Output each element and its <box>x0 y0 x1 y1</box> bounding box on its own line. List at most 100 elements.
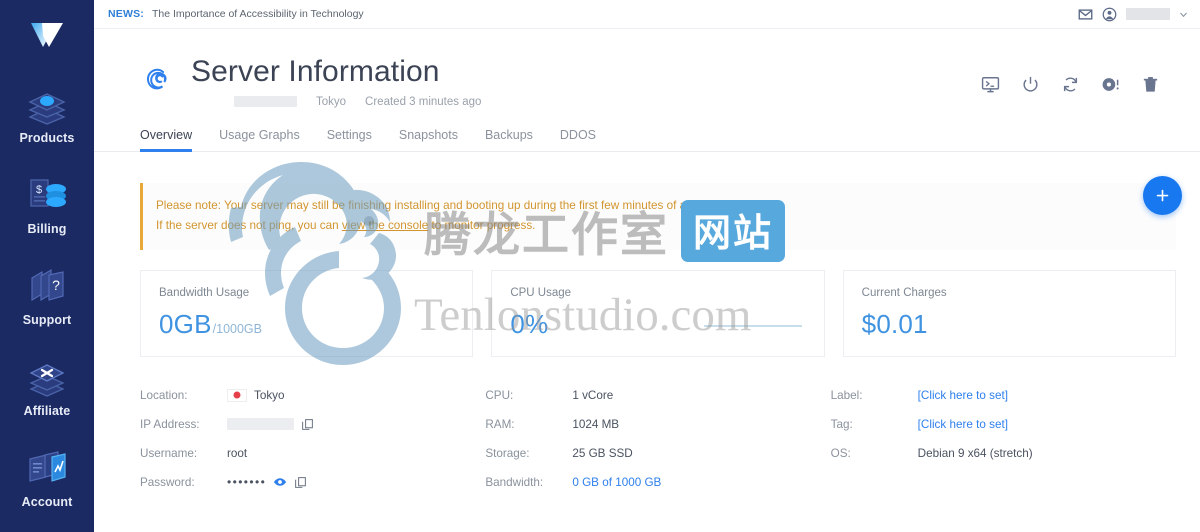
sidebar-item-label: Products <box>19 131 75 145</box>
server-created: Created 3 minutes ago <box>365 95 482 108</box>
japan-flag-icon <box>227 388 247 402</box>
server-actions <box>981 75 1160 94</box>
detail-key: Storage: <box>485 446 530 460</box>
card-value-suffix: /1000GB <box>212 321 262 336</box>
tab-backups[interactable]: Backups <box>485 128 533 151</box>
sidebar-item-billing[interactable]: $ Billing <box>0 163 94 244</box>
activation-notice: Please note: Your server may still be fi… <box>140 182 1176 250</box>
detail-key: Bandwidth: <box>485 475 544 489</box>
delete-icon[interactable] <box>1141 75 1160 94</box>
debian-swirl-logo <box>146 68 167 90</box>
detail-label: Label: [Click here to set] <box>831 381 1176 410</box>
title-block: Server Information Tokyo Created 3 minut… <box>191 55 981 108</box>
hostname-redacted <box>234 96 297 108</box>
eye-icon[interactable] <box>273 475 287 489</box>
detail-key: RAM: <box>485 417 515 431</box>
mail-icon[interactable] <box>1078 7 1093 22</box>
detail-os: OS: Debian 9 x64 (stretch) <box>831 439 1176 468</box>
power-icon[interactable] <box>1021 75 1040 94</box>
detail-key: Username: <box>140 446 198 460</box>
add-server-button[interactable] <box>1143 176 1182 215</box>
card-value-row: $0.01 <box>862 309 1175 340</box>
detail-username: Username: root <box>140 439 485 468</box>
card-label: Bandwidth Usage <box>159 286 250 299</box>
notice-line-1: Please note: Your server may still be fi… <box>156 198 733 212</box>
svg-text:$: $ <box>36 184 42 196</box>
chevron-down-icon[interactable] <box>1179 10 1188 19</box>
details-column-3: Label: [Click here to set] Tag: [Click h… <box>831 381 1176 497</box>
bandwidth-link[interactable]: 0 GB of 1000 GB <box>572 476 661 489</box>
card-label: Current Charges <box>861 286 947 299</box>
detail-key: IP Address: <box>140 417 200 431</box>
cpu-sparkline <box>703 325 802 327</box>
user-avatar-icon[interactable] <box>1102 7 1117 22</box>
tab-bar: Overview Usage Graphs Settings Snapshots… <box>94 108 1200 152</box>
details-column-1: Location: Tokyo IP Address: Username: ro… <box>140 381 485 497</box>
detail-location: Location: Tokyo <box>140 381 485 410</box>
page-title: Server Information <box>191 55 440 88</box>
console-icon[interactable] <box>981 75 1000 94</box>
sidebar-item-products[interactable]: Products <box>0 72 94 153</box>
detail-cpu: CPU: 1 vCore <box>485 381 830 410</box>
tab-ddos[interactable]: DDOS <box>560 128 596 151</box>
stat-cards: Bandwidth Usage 0GB /1000GB CPU Usage 0% <box>140 269 1176 357</box>
set-label-link[interactable]: [Click here to set] <box>918 389 1008 402</box>
sidebar-item-docs[interactable] <box>0 527 94 532</box>
detail-ram: RAM: 1024 MB <box>485 410 830 439</box>
location-text: Tokyo <box>254 388 285 402</box>
tab-settings[interactable]: Settings <box>327 128 372 151</box>
news-headline[interactable]: The Importance of Accessibility in Techn… <box>152 8 364 20</box>
detail-ip-address: IP Address: <box>140 410 485 439</box>
affiliate-layers-icon <box>29 364 65 397</box>
set-tag-link[interactable]: [Click here to set] <box>918 418 1008 431</box>
username-redacted <box>1126 8 1170 20</box>
sidebar-item-label: Billing <box>27 222 67 236</box>
sidebar-item-support[interactable]: ? Support <box>0 254 94 335</box>
vultr-logo[interactable] <box>0 0 94 72</box>
view-console-link[interactable]: view the console <box>342 219 428 232</box>
detail-key: CPU: <box>485 388 514 402</box>
news-tag: NEWS: <box>108 8 144 20</box>
notice-line-2: If the server does not ping, you can vie… <box>156 216 1162 236</box>
reinstall-icon[interactable] <box>1101 75 1120 94</box>
notice-text-after: to monitor progress. <box>428 218 536 232</box>
server-details: Location: Tokyo IP Address: Username: ro… <box>140 381 1176 497</box>
svg-text:?: ? <box>52 277 60 293</box>
tab-usage-graphs[interactable]: Usage Graphs <box>219 128 300 151</box>
card-cpu-usage: CPU Usage 0% <box>491 269 825 357</box>
detail-key: Password: <box>140 475 195 489</box>
sidebar-item-label: Support <box>22 313 72 327</box>
detail-value: ••••••• <box>227 475 307 489</box>
detail-value: root <box>227 446 248 460</box>
detail-password: Password: ••••••• <box>140 468 485 497</box>
restart-icon[interactable] <box>1061 75 1080 94</box>
server-location: Tokyo <box>316 95 347 108</box>
sidebar-item-account[interactable]: Account <box>0 436 94 517</box>
sidebar-item-label: Affiliate <box>23 404 71 418</box>
header-user-area <box>1078 7 1188 22</box>
detail-storage: Storage: 25 GB SSD <box>485 439 830 468</box>
server-meta: Tokyo Created 3 minutes ago <box>191 96 981 108</box>
tab-overview[interactable]: Overview <box>140 128 193 152</box>
vultr-logo-icon <box>31 23 63 47</box>
page-content: Server Information Tokyo Created 3 minut… <box>94 29 1200 497</box>
sidebar-item-affiliate[interactable]: Affiliate <box>0 345 94 426</box>
detail-key: OS: <box>830 446 851 460</box>
card-value: $0.01 <box>861 308 928 339</box>
card-value-row: 0GB /1000GB <box>159 309 472 340</box>
detail-key: Tag: <box>830 417 853 431</box>
main-area: NEWS: The Importance of Accessibility in… <box>94 0 1200 532</box>
detail-value: 25 GB SSD <box>572 446 633 460</box>
password-masked: ••••••• <box>227 475 267 490</box>
detail-key: Label: <box>830 388 863 402</box>
details-column-2: CPU: 1 vCore RAM: 1024 MB Storage: 25 GB… <box>485 381 830 497</box>
invoice-coins-icon: $ <box>30 179 66 207</box>
app-root: Products $ Billing ? Support Affiliate A… <box>0 0 1200 532</box>
copy-icon[interactable] <box>294 476 307 489</box>
tab-snapshots[interactable]: Snapshots <box>399 128 458 151</box>
detail-tag: Tag: [Click here to set] <box>831 410 1176 439</box>
detail-value: Debian 9 x64 (stretch) <box>917 446 1033 460</box>
notice-text-before: If the server does not ping, you can <box>156 218 342 232</box>
copy-icon[interactable] <box>301 418 314 431</box>
layers-sphere-icon <box>28 93 66 125</box>
